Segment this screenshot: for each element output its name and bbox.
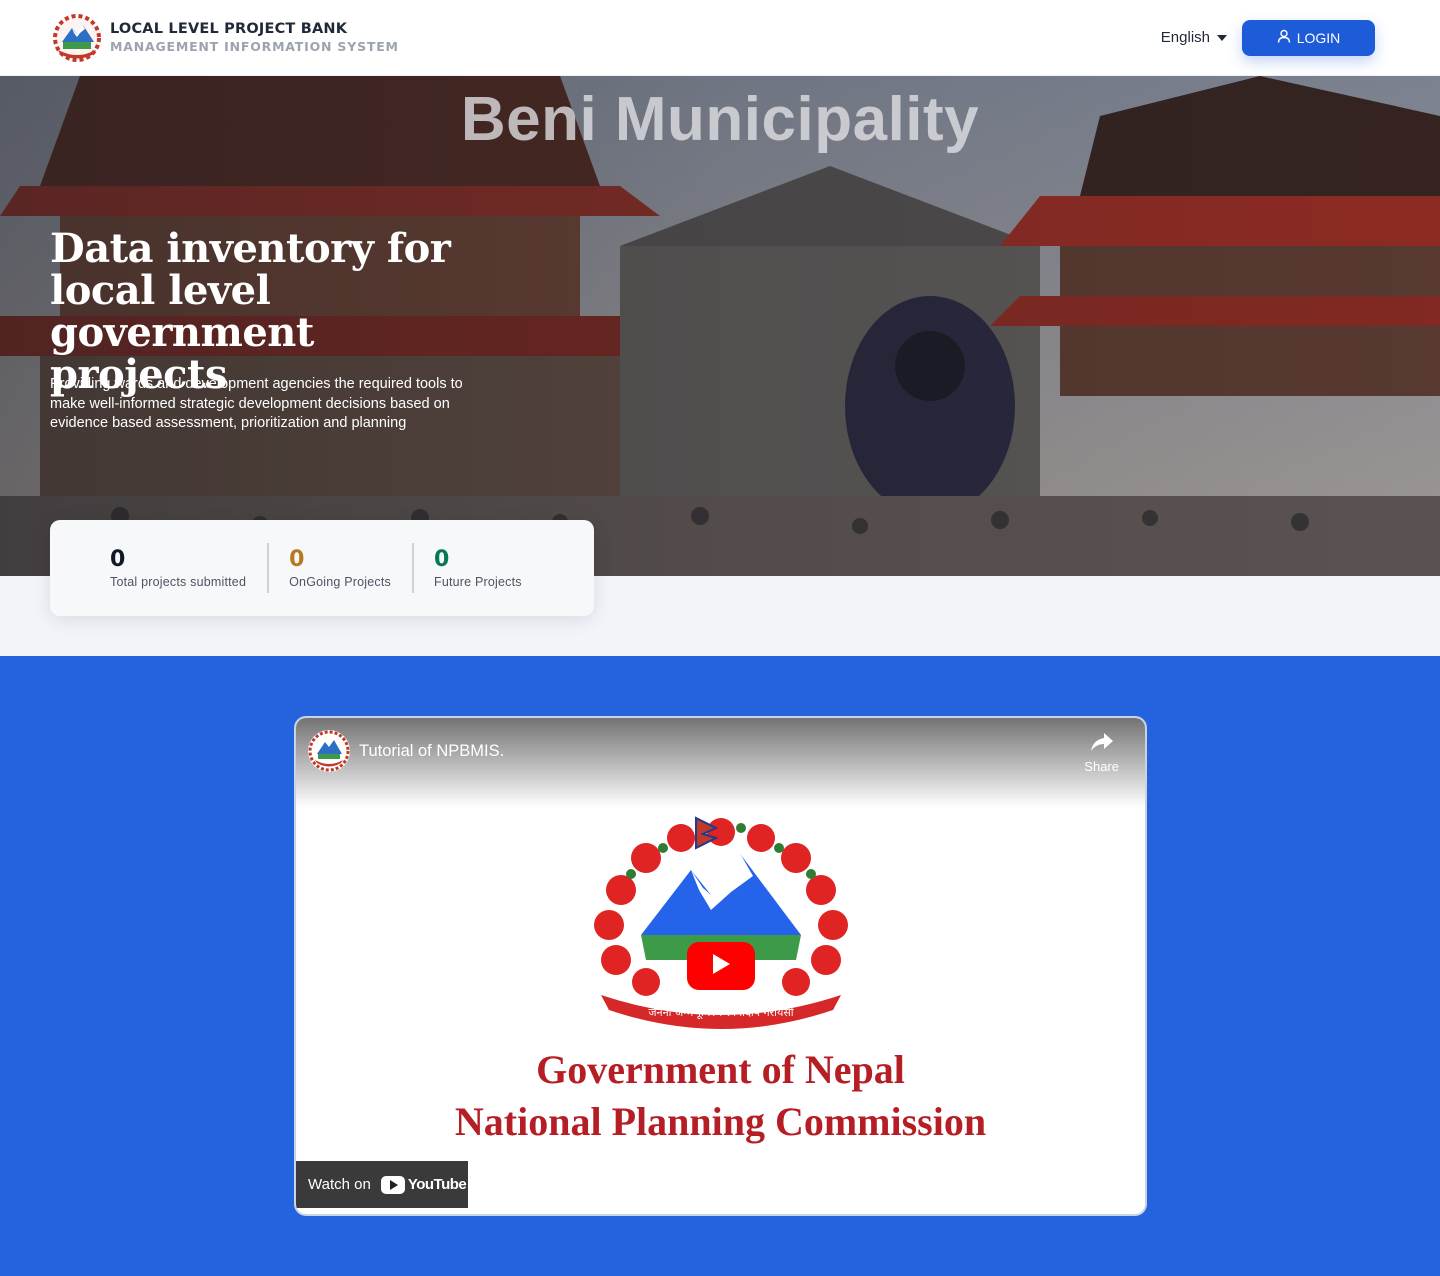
youtube-video-embed[interactable]: Tutorial of NPBMIS. Share जननी जन्मभूमिश… (294, 716, 1147, 1216)
watch-on-youtube-button[interactable]: Watch on YouTube (296, 1161, 468, 1208)
channel-avatar[interactable] (308, 730, 350, 772)
stat-future-projects: 0 Future Projects (411, 543, 543, 593)
share-button[interactable]: Share (1084, 732, 1119, 774)
share-icon (1090, 732, 1114, 755)
user-icon (1277, 29, 1291, 46)
stat-value: 0 (110, 547, 126, 572)
play-icon (711, 953, 731, 980)
hero-section: Beni Municipality Data inventory for loc… (0, 76, 1440, 576)
share-label: Share (1084, 759, 1119, 774)
project-stats-card: 0 Total projects submitted 0 OnGoing Pro… (50, 520, 594, 616)
brand[interactable]: LOCAL LEVEL PROJECT BANK MANAGEMENT INFO… (50, 13, 399, 62)
stat-value: 0 (433, 547, 450, 572)
hero-description: Providing wards and development agencies… (50, 376, 463, 431)
watch-on-label: Watch on (308, 1176, 371, 1193)
language-dropdown[interactable]: English (1161, 29, 1228, 46)
thumbnail-line-2: National Planning Commission (454, 1099, 987, 1144)
thumbnail-line-1: Government of Nepal (536, 1047, 905, 1092)
play-button[interactable] (687, 942, 755, 990)
stat-label: Total projects submitted (110, 575, 247, 589)
brand-subtitle: MANAGEMENT INFORMATION SYSTEM (110, 39, 399, 54)
language-label: English (1160, 29, 1210, 46)
nepal-emblem-graphic: जननी जन्मभूमिश्च स्वर्गादपि गरीयसी (571, 810, 871, 1030)
youtube-logo-icon: YouTube (380, 1175, 467, 1194)
top-navbar: LOCAL LEVEL PROJECT BANK MANAGEMENT INFO… (0, 0, 1440, 76)
login-label: LOGIN (1296, 29, 1341, 46)
youtube-wordmark: YouTube (407, 1176, 467, 1193)
login-button[interactable]: LOGIN (1242, 19, 1375, 56)
stat-label: OnGoing Projects (289, 575, 391, 589)
video-title[interactable]: Tutorial of NPBMIS. (359, 742, 504, 761)
caret-down-icon (1216, 29, 1228, 46)
nepal-emblem-logo (50, 13, 104, 62)
stat-ongoing-projects: 0 OnGoing Projects (267, 543, 412, 593)
hero-heading: Data inventory for local level governmen… (50, 225, 451, 398)
stat-label: Future Projects (433, 575, 522, 589)
stat-value: 0 (289, 547, 305, 572)
stat-total-projects: 0 Total projects submitted (110, 543, 267, 593)
brand-title: LOCAL LEVEL PROJECT BANK (110, 21, 348, 37)
municipality-title: Beni Municipality (460, 85, 980, 154)
emblem-motto: जननी जन्मभूमिश्च स्वर्गादपि गरीयसी (648, 1006, 793, 1020)
